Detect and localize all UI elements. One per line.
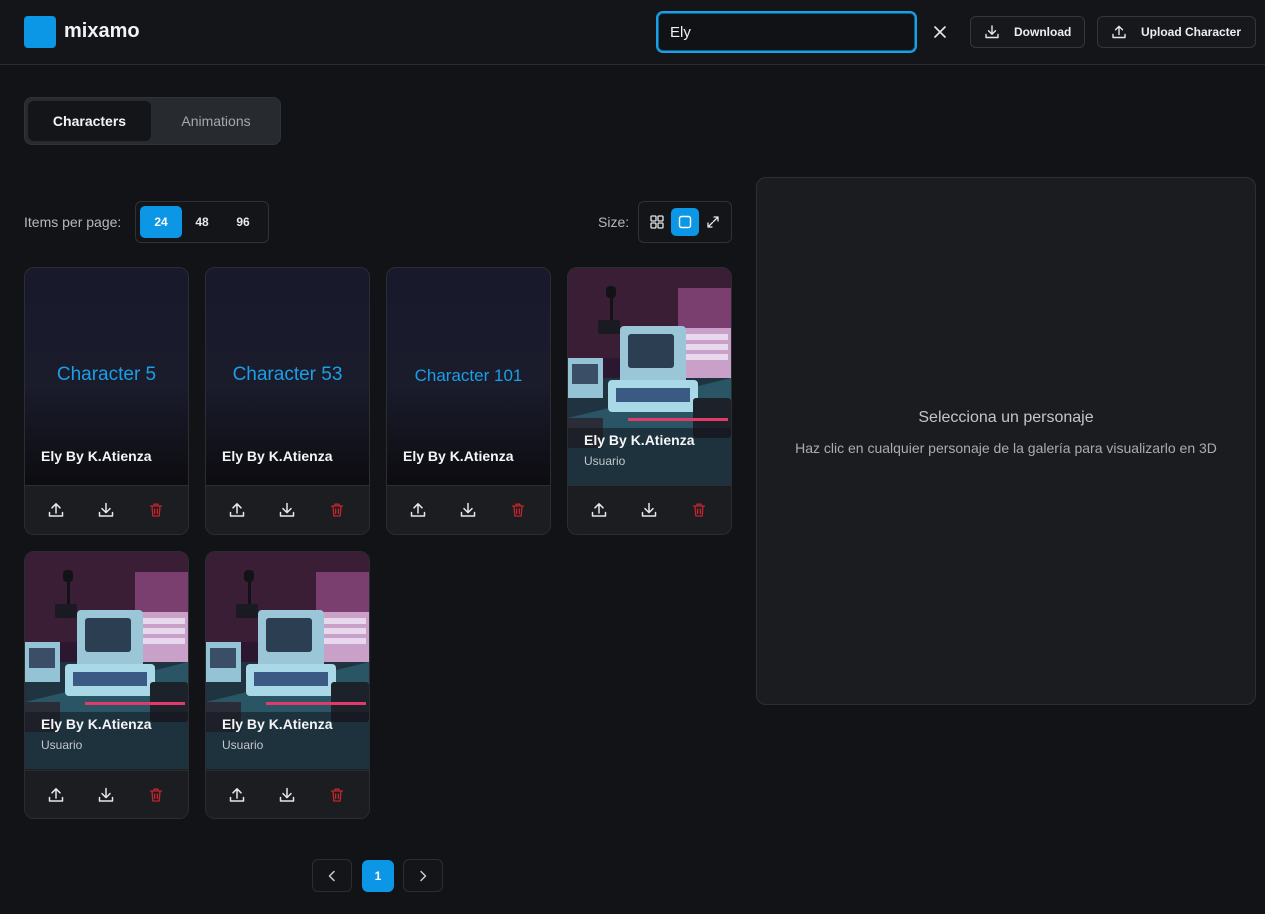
character-card[interactable]: Ely By K.Atienza Usuario — [205, 551, 370, 819]
trash-icon[interactable] — [147, 501, 165, 519]
character-card[interactable]: Ely By K.Atienza Usuario — [567, 267, 732, 535]
download-icon[interactable] — [459, 501, 477, 519]
character-placeholder-label: Character 5 — [56, 364, 157, 385]
character-card[interactable]: Character 5 Ely By K.Atienza — [24, 267, 189, 535]
character-name: Ely By K.Atienza — [41, 448, 152, 464]
previous-page-button[interactable] — [312, 859, 352, 892]
preview-title: Selecciona un personaje — [918, 409, 1094, 426]
trash-icon[interactable] — [328, 786, 346, 804]
trash-icon[interactable] — [509, 501, 527, 519]
items-per-page-96[interactable]: 96 — [222, 206, 264, 238]
card-actions — [25, 485, 188, 534]
download-icon — [985, 25, 999, 39]
character-thumbnail-image — [25, 552, 188, 769]
download-button[interactable]: Download — [970, 16, 1085, 48]
download-icon[interactable] — [640, 501, 658, 519]
download-icon[interactable] — [97, 786, 115, 804]
items-per-page-selector: 24 48 96 — [135, 201, 269, 243]
chevron-right-icon — [420, 870, 427, 881]
upload-icon[interactable] — [47, 501, 65, 519]
upload-button-label: Upload Character — [1141, 25, 1242, 39]
next-page-button[interactable] — [403, 859, 443, 892]
items-per-page-48[interactable]: 48 — [181, 206, 223, 238]
upload-icon[interactable] — [590, 501, 608, 519]
size-small-button[interactable] — [643, 208, 671, 236]
top-bar: mixamo Download Upload Character — [0, 0, 1265, 65]
card-actions — [206, 770, 369, 818]
clear-search-button[interactable] — [928, 20, 952, 44]
size-selector — [638, 201, 732, 243]
card-actions — [25, 770, 188, 818]
size-medium-button[interactable] — [671, 208, 699, 236]
items-per-page-label: Items per page: — [24, 214, 122, 230]
character-name: Ely By K.Atienza — [403, 448, 514, 464]
size-label: Size: — [598, 214, 630, 230]
grid-icon — [650, 215, 664, 229]
upload-icon[interactable] — [47, 786, 65, 804]
download-icon[interactable] — [278, 786, 296, 804]
trash-icon[interactable] — [147, 786, 165, 804]
character-placeholder-label: Character 101 — [414, 366, 523, 385]
chevron-left-icon — [328, 870, 335, 881]
card-actions — [206, 485, 369, 534]
character-name: Ely By K.Atienza — [584, 432, 695, 448]
character-owner: Usuario — [222, 738, 264, 752]
character-thumbnail-image — [206, 552, 369, 769]
upload-icon[interactable] — [409, 501, 427, 519]
square-icon — [678, 215, 692, 229]
character-card[interactable]: Character 53 Ely By K.Atienza — [205, 267, 370, 535]
character-preview-panel: Selecciona un personaje Haz clic en cual… — [756, 177, 1256, 705]
tab-bar: Characters Animations — [24, 97, 281, 145]
trash-icon[interactable] — [328, 501, 346, 519]
download-icon[interactable] — [97, 501, 115, 519]
tab-animations[interactable]: Animations — [155, 101, 277, 141]
upload-icon[interactable] — [228, 786, 246, 804]
character-owner: Usuario — [584, 454, 626, 468]
search-input[interactable] — [658, 13, 915, 51]
app-logo-text: mixamo — [64, 20, 140, 42]
close-icon — [934, 26, 946, 38]
character-thumbnail-image — [568, 268, 731, 485]
character-name: Ely By K.Atienza — [41, 716, 152, 732]
upload-icon — [1112, 25, 1126, 39]
logo-icon — [24, 16, 56, 48]
tab-characters[interactable]: Characters — [28, 101, 151, 141]
card-actions — [568, 485, 731, 534]
search-field[interactable] — [656, 11, 917, 53]
download-icon[interactable] — [278, 501, 296, 519]
character-name: Ely By K.Atienza — [222, 448, 333, 464]
size-large-button[interactable] — [699, 208, 727, 236]
download-button-label: Download — [1014, 25, 1072, 39]
character-owner: Usuario — [41, 738, 83, 752]
page-button-current[interactable]: 1 — [362, 860, 394, 892]
preview-description: Haz clic en cualquier personaje de la ga… — [795, 440, 1217, 456]
upload-icon[interactable] — [228, 501, 246, 519]
upload-character-button[interactable]: Upload Character — [1097, 16, 1256, 48]
trash-icon[interactable] — [690, 501, 708, 519]
card-actions — [387, 485, 550, 534]
character-card[interactable]: Character 101 Ely By K.Atienza — [386, 267, 551, 535]
expand-icon — [707, 216, 719, 228]
character-card[interactable]: Ely By K.Atienza Usuario — [24, 551, 189, 819]
character-placeholder-label: Character 53 — [232, 364, 343, 385]
character-name: Ely By K.Atienza — [222, 716, 333, 732]
items-per-page-24[interactable]: 24 — [140, 206, 182, 238]
